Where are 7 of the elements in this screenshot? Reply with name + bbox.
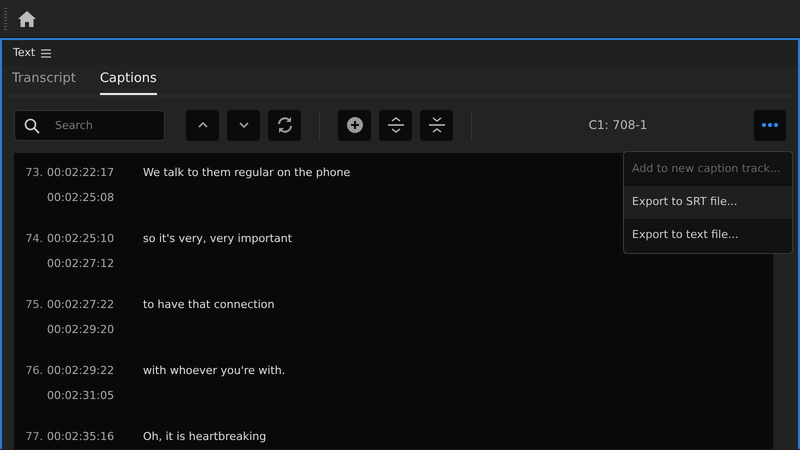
caption-number: 77. (24, 429, 44, 445)
caption-number: 75. (24, 297, 44, 313)
panel-title: Text (13, 44, 36, 61)
caption-number: 74. (24, 231, 44, 247)
caption-number: 73. (24, 165, 44, 181)
caption-number: 76. (24, 363, 44, 379)
caption-track-label: C1: 708-1 (588, 117, 648, 134)
